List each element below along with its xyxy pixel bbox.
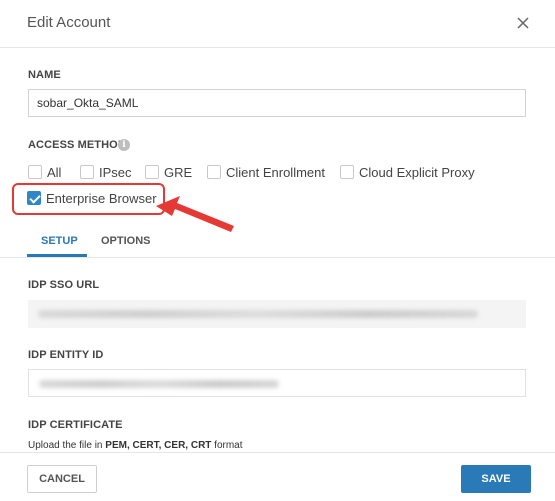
checkbox-cloud-explicit-proxy[interactable]: Cloud Explicit Proxy [340, 164, 475, 180]
upload-prefix: Upload the file in [28, 440, 106, 451]
name-label: NAME [28, 69, 61, 81]
idp-entity-id-input[interactable] [28, 369, 526, 397]
tab-bar: SETUP OPTIONS [0, 228, 555, 258]
dialog-header: Edit Account [0, 0, 555, 48]
idp-sso-url-label: IDP SSO URL [28, 279, 100, 291]
annotation-highlight-box [12, 183, 165, 215]
access-method-label: ACCESS METHOD [28, 139, 126, 151]
checkbox-ipsec[interactable]: IPsec [80, 164, 132, 180]
checkbox-label-ipsec: IPsec [99, 164, 132, 180]
idp-entity-id-label: IDP ENTITY ID [28, 349, 104, 361]
checkbox-label-client-enrollment: Client Enrollment [226, 164, 325, 180]
idp-sso-url-input[interactable] [28, 300, 526, 328]
checkbox-box[interactable] [28, 165, 42, 179]
checkbox-label-cloud-explicit-proxy: Cloud Explicit Proxy [359, 164, 475, 180]
upload-instructions: Upload the file in PEM, CERT, CER, CRT f… [28, 440, 243, 451]
checkbox-all[interactable]: All [28, 164, 61, 180]
idp-certificate-label: IDP CERTIFICATE [28, 419, 123, 431]
redacted-text [38, 310, 478, 318]
name-input[interactable]: sobar_Okta_SAML [28, 89, 526, 117]
tab-active-indicator [27, 254, 87, 257]
checkbox-label-gre: GRE [164, 164, 193, 180]
checkbox-box[interactable] [207, 165, 221, 179]
dialog-title: Edit Account [27, 14, 111, 31]
checkbox-gre[interactable]: GRE [145, 164, 192, 180]
cancel-button[interactable]: CANCEL [27, 465, 97, 493]
info-icon[interactable]: i [118, 139, 130, 151]
close-icon[interactable] [513, 13, 533, 33]
upload-suffix: format [211, 440, 243, 451]
checkbox-label-all: All [47, 164, 62, 180]
upload-formats: PEM, CERT, CER, CRT [105, 440, 212, 451]
save-button[interactable]: SAVE [461, 465, 531, 493]
dialog-footer: CANCEL SAVE [0, 452, 555, 501]
tab-options[interactable]: OPTIONS [101, 235, 151, 247]
checkbox-box[interactable] [80, 165, 94, 179]
tab-setup[interactable]: SETUP [41, 235, 78, 247]
checkbox-box[interactable] [145, 165, 159, 179]
redacted-text [39, 380, 279, 388]
checkbox-client-enrollment[interactable]: Client Enrollment [207, 164, 325, 180]
checkbox-box[interactable] [340, 165, 354, 179]
